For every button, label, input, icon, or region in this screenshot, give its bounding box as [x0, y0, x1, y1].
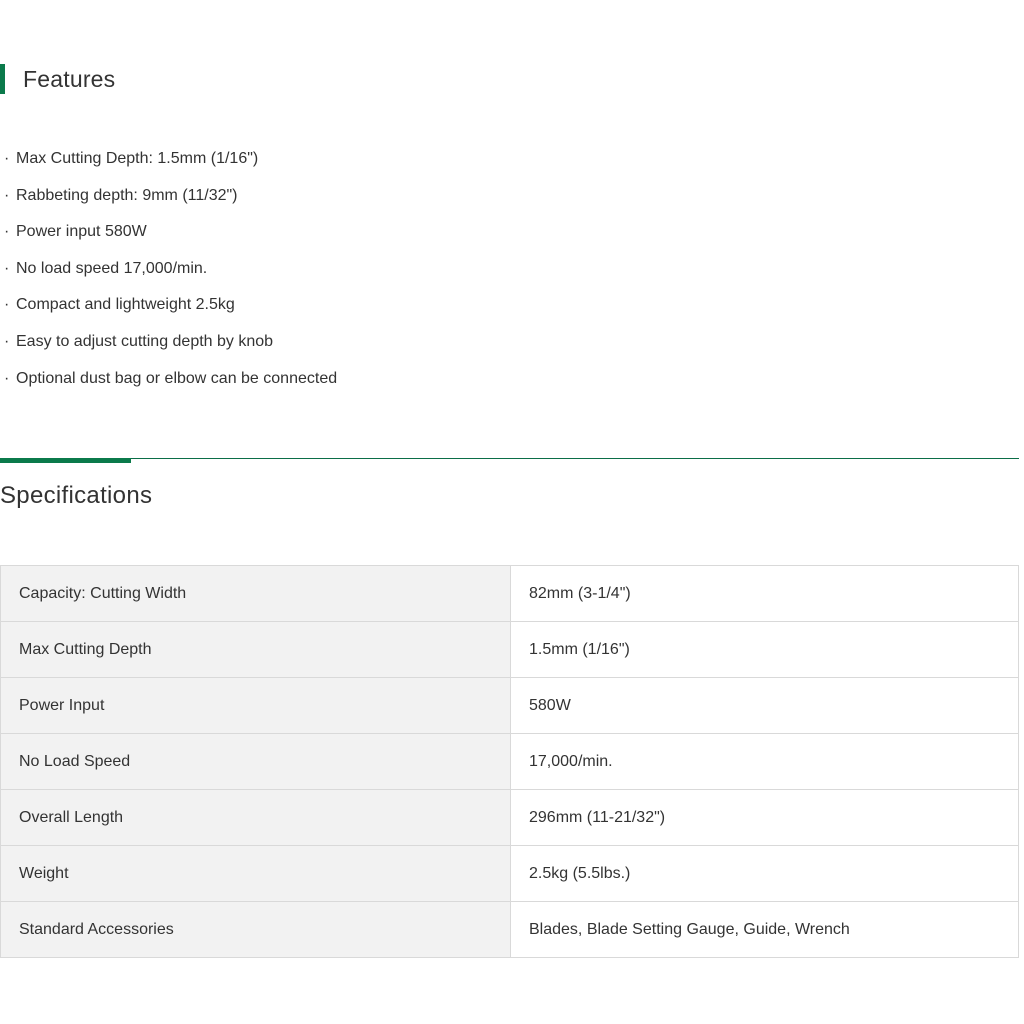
- table-row: Capacity: Cutting Width 82mm (3-1/4"): [0, 565, 1019, 622]
- spec-value: 2.5kg (5.5lbs.): [510, 845, 1019, 902]
- feature-item: · No load speed 17,000/min.: [4, 251, 337, 288]
- spec-value: 1.5mm (1/16"): [510, 621, 1019, 678]
- spec-label: Weight: [0, 845, 511, 902]
- table-row: Max Cutting Depth 1.5mm (1/16"): [0, 621, 1019, 678]
- bullet-icon: ·: [4, 259, 10, 277]
- section-divider-accent: [0, 458, 131, 463]
- spec-value: 17,000/min.: [510, 733, 1019, 790]
- spec-label: No Load Speed: [0, 733, 511, 790]
- bullet-icon: ·: [4, 369, 10, 387]
- feature-item: · Easy to adjust cutting depth by knob: [4, 324, 337, 361]
- spec-label: Capacity: Cutting Width: [0, 565, 511, 622]
- bullet-icon: ·: [4, 186, 10, 204]
- table-row: No Load Speed 17,000/min.: [0, 733, 1019, 790]
- table-row: Standard Accessories Blades, Blade Setti…: [0, 901, 1019, 958]
- bullet-icon: ·: [4, 150, 10, 167]
- feature-item: · Compact and lightweight 2.5kg: [4, 287, 337, 324]
- spec-label: Standard Accessories: [0, 901, 511, 958]
- spec-label: Overall Length: [0, 789, 511, 846]
- spec-value: 580W: [510, 677, 1019, 734]
- feature-text: Easy to adjust cutting depth by knob: [16, 332, 274, 350]
- section-divider: [0, 458, 1019, 459]
- feature-text: Rabbeting depth: 9mm (11/32"): [16, 186, 238, 204]
- features-list: · Max Cutting Depth: 1.5mm (1/16") · Rabbe…: [4, 141, 337, 397]
- feature-text: Max Cutting Depth: 1.5mm (1/16"): [16, 150, 259, 167]
- spec-label: Max Cutting Depth: [0, 621, 511, 678]
- feature-item: · Max Cutting Depth: 1.5mm (1/16"): [4, 141, 337, 178]
- table-row: Weight 2.5kg (5.5lbs.): [0, 845, 1019, 902]
- bullet-icon: ·: [4, 223, 10, 241]
- feature-item: · Optional dust bag or elbow can be conne…: [4, 361, 337, 398]
- feature-text: Optional dust bag or elbow can be connec…: [16, 369, 338, 387]
- bullet-icon: ·: [4, 332, 10, 350]
- specifications-title: Specifications: [0, 482, 153, 509]
- feature-item: · Power input 580W: [4, 214, 337, 251]
- feature-item: · Rabbeting depth: 9mm (11/32"): [4, 178, 337, 215]
- feature-text: Compact and lightweight 2.5kg: [16, 296, 235, 314]
- spec-label: Power Input: [0, 677, 511, 734]
- table-row: Overall Length 296mm (11-21/32"): [0, 789, 1019, 846]
- spec-value: 82mm (3-1/4"): [510, 565, 1019, 622]
- spec-value: Blades, Blade Setting Gauge, Guide, Wren…: [510, 901, 1019, 958]
- feature-text: Power input 580W: [16, 223, 147, 241]
- bullet-icon: ·: [4, 296, 10, 314]
- features-title: Features: [23, 65, 116, 92]
- table-row: Power Input 580W: [0, 677, 1019, 734]
- feature-text: No load speed 17,000/min.: [16, 259, 208, 277]
- features-accent-bar: [0, 64, 5, 94]
- specifications-table: Capacity: Cutting Width 82mm (3-1/4") Ma…: [0, 565, 1019, 958]
- features-heading: Features: [0, 64, 115, 94]
- spec-value: 296mm (11-21/32"): [510, 789, 1019, 846]
